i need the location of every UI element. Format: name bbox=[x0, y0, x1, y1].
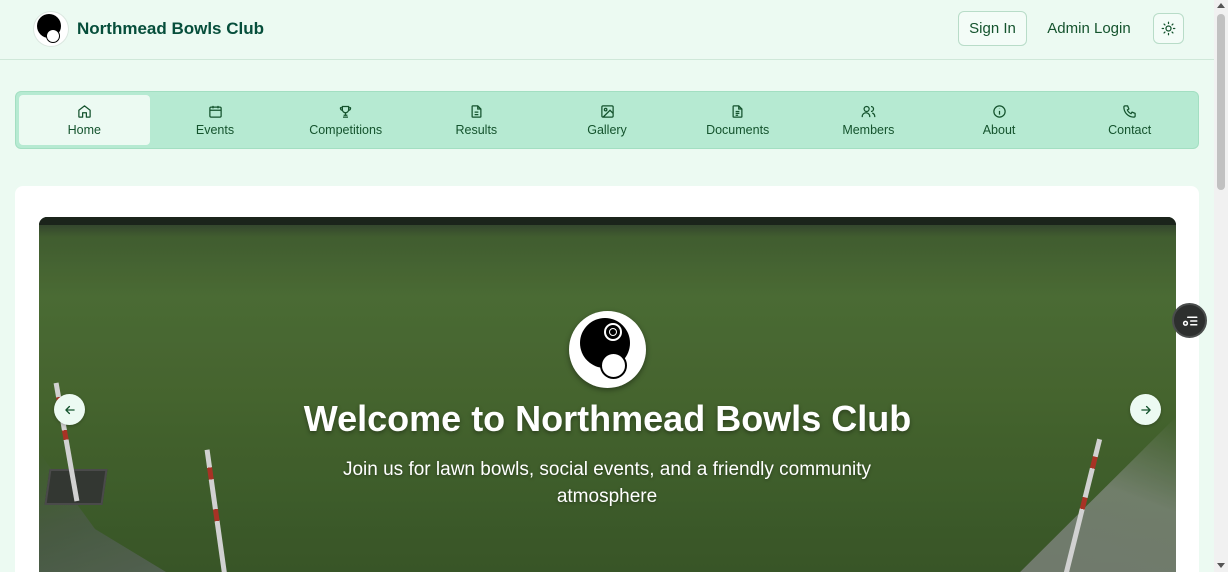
nav-about[interactable]: About bbox=[934, 95, 1065, 145]
nav-contact[interactable]: Contact bbox=[1064, 95, 1195, 145]
hero-overlay bbox=[39, 217, 1176, 572]
nav-home[interactable]: Home bbox=[19, 95, 150, 145]
nav-documents[interactable]: Documents bbox=[672, 95, 803, 145]
club-logo[interactable] bbox=[34, 12, 68, 46]
page-scrollbar[interactable] bbox=[1214, 0, 1228, 572]
sign-in-button[interactable]: Sign In bbox=[958, 11, 1027, 46]
logo-jack bbox=[46, 29, 60, 43]
site-header: Northmead Bowls Club Sign In Admin Login bbox=[0, 0, 1214, 60]
image-icon bbox=[600, 104, 614, 118]
scroll-down-arrow[interactable] bbox=[1217, 563, 1225, 568]
nav-home-label: Home bbox=[67, 122, 101, 137]
info-icon bbox=[992, 104, 1006, 118]
scroll-up-arrow[interactable] bbox=[1217, 3, 1225, 8]
main-nav: Home Events Competitions Results Gallery… bbox=[15, 91, 1199, 149]
hero-logo-ring-inner bbox=[609, 328, 617, 336]
document-icon bbox=[471, 104, 482, 118]
nav-gallery-label: Gallery bbox=[587, 122, 627, 137]
hero-carousel bbox=[39, 217, 1176, 572]
nav-members-label: Members bbox=[842, 122, 895, 137]
phone-icon bbox=[1123, 104, 1136, 118]
nav-about-label: About bbox=[982, 122, 1016, 137]
nav-competitions-label: Competitions bbox=[309, 122, 383, 137]
nav-events[interactable]: Events bbox=[150, 95, 281, 145]
hero-logo-jack bbox=[600, 352, 627, 379]
arrow-left-icon bbox=[64, 405, 75, 414]
file-text-icon bbox=[732, 104, 743, 118]
sun-icon bbox=[1161, 21, 1176, 36]
nav-results[interactable]: Results bbox=[411, 95, 542, 145]
users-icon bbox=[861, 105, 876, 117]
floating-menu-button[interactable] bbox=[1172, 303, 1207, 338]
carousel-next-button[interactable] bbox=[1130, 394, 1161, 425]
hero-subtitle: Join us for lawn bowls, social events, a… bbox=[342, 459, 872, 507]
nav-contact-label: Contact bbox=[1108, 122, 1152, 137]
nav-documents-label: Documents bbox=[706, 122, 770, 137]
arrow-right-icon bbox=[1140, 405, 1151, 414]
hero-club-logo bbox=[569, 311, 646, 388]
home-icon bbox=[78, 104, 91, 118]
hero-title: Welcome to Northmead Bowls Club bbox=[303, 398, 912, 439]
filter-list-icon bbox=[1182, 316, 1197, 326]
theme-toggle-button[interactable] bbox=[1153, 13, 1184, 44]
calendar-icon bbox=[208, 105, 222, 118]
nav-competitions[interactable]: Competitions bbox=[280, 95, 411, 145]
trophy-icon bbox=[339, 105, 352, 118]
admin-login-button[interactable]: Admin Login bbox=[1038, 11, 1140, 46]
nav-results-label: Results bbox=[455, 122, 498, 137]
site-title[interactable]: Northmead Bowls Club bbox=[77, 19, 264, 39]
nav-gallery[interactable]: Gallery bbox=[542, 95, 673, 145]
nav-members[interactable]: Members bbox=[803, 95, 934, 145]
carousel-prev-button[interactable] bbox=[54, 394, 85, 425]
scroll-thumb[interactable] bbox=[1217, 14, 1225, 190]
nav-events-label: Events bbox=[195, 122, 235, 137]
